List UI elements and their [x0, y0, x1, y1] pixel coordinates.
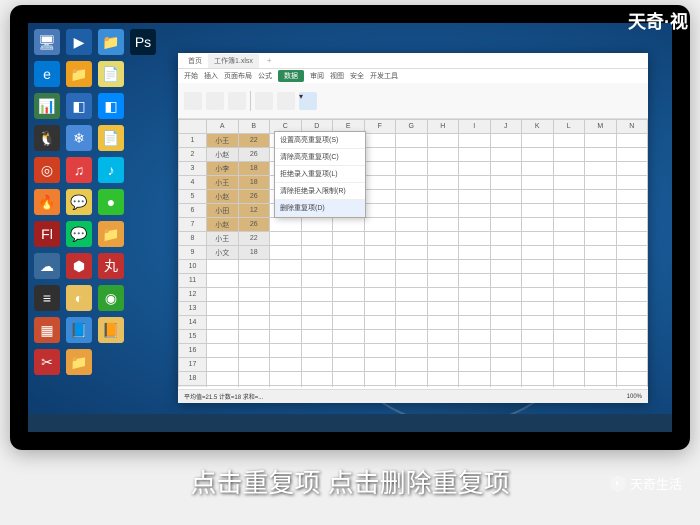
desktop-icon[interactable]: ♫: [66, 157, 92, 183]
toolbar-btn[interactable]: [228, 92, 246, 110]
ribbon-tab[interactable]: 公式: [258, 71, 272, 81]
desktop-icon[interactable]: [130, 221, 156, 247]
spreadsheet-grid[interactable]: 设置高亮重复项(S)清除高亮重复项(C)拒绝录入重复项(L)清除拒绝录入限制(R…: [178, 119, 648, 387]
status-stats: 平均值=21.5 计数=18 求和=...: [184, 392, 263, 401]
desktop-icon[interactable]: 📊: [34, 93, 60, 119]
desktop-icon[interactable]: ◐: [66, 285, 92, 311]
status-bar: 平均值=21.5 计数=18 求和=... 100%: [178, 389, 648, 403]
desktop-icon[interactable]: 📘: [66, 317, 92, 343]
desktop-screen: 🖥▶📁Pse📁📄📊◧◧🐧❄📄◎♫♪🔥💬●Fl💬📁☁⬢丸≡◐◉▦📘📙✂📁 首页 工…: [28, 23, 672, 432]
desktop-icon[interactable]: ◧: [66, 93, 92, 119]
desktop-icon[interactable]: ▦: [34, 317, 60, 343]
toolbar-btn[interactable]: [255, 92, 273, 110]
desktop-icon[interactable]: ❄: [66, 125, 92, 151]
desktop-icon[interactable]: [130, 93, 156, 119]
desktop-icon[interactable]: ☁: [34, 253, 60, 279]
ribbon-tab[interactable]: 数据: [278, 70, 304, 82]
desktop-icon[interactable]: [130, 285, 156, 311]
sheet-table[interactable]: ABCDEFGHIJKLMN1小王222小赵263小李184小王185小赵266…: [178, 119, 648, 387]
add-tab-button[interactable]: +: [267, 56, 272, 65]
desktop-icon[interactable]: ♪: [98, 157, 124, 183]
desktop-icon[interactable]: [130, 317, 156, 343]
duplicates-dropdown: 设置高亮重复项(S)清除高亮重复项(C)拒绝录入重复项(L)清除拒绝录入限制(R…: [274, 131, 366, 218]
ribbon-tab[interactable]: 插入: [204, 71, 218, 81]
tab-workbook[interactable]: 工作簿1.xlsx: [208, 54, 259, 68]
desktop-icon[interactable]: [130, 189, 156, 215]
desktop-icon[interactable]: ●: [98, 189, 124, 215]
ribbon-tab[interactable]: 审阅: [310, 71, 324, 81]
desktop-icon[interactable]: [130, 61, 156, 87]
desktop-icon[interactable]: [130, 125, 156, 151]
window-titlebar[interactable]: 首页 工作簿1.xlsx +: [178, 53, 648, 69]
spreadsheet-window[interactable]: 首页 工作簿1.xlsx + 开始插入页面布局公式数据审阅视图安全开发工具 ▾ …: [178, 53, 648, 403]
desktop-icon[interactable]: 丸: [98, 253, 124, 279]
desktop-icon[interactable]: ▶: [66, 29, 92, 55]
desktop-icon[interactable]: [130, 349, 156, 375]
toolbar-btn[interactable]: [184, 92, 202, 110]
desktop-icon[interactable]: [98, 349, 124, 375]
tab-home[interactable]: 首页: [182, 54, 208, 68]
desktop-icon[interactable]: ✂: [34, 349, 60, 375]
video-subtitle: 点击重复项 点击删除重复项: [0, 463, 700, 500]
ribbon-toolbar: ▾: [178, 83, 648, 119]
desktop-icon[interactable]: 📁: [98, 29, 124, 55]
duplicates-button[interactable]: ▾: [299, 92, 317, 110]
desktop-icon[interactable]: ≡: [34, 285, 60, 311]
zoom-level[interactable]: 100%: [627, 394, 642, 400]
ribbon-tab[interactable]: 视图: [330, 71, 344, 81]
desktop-icon[interactable]: ◉: [98, 285, 124, 311]
desktop-icon[interactable]: 💬: [66, 189, 92, 215]
desktop-icon[interactable]: [130, 253, 156, 279]
desktop-icon-grid: 🖥▶📁Pse📁📄📊◧◧🐧❄📄◎♫♪🔥💬●Fl💬📁☁⬢丸≡◐◉▦📘📙✂📁: [34, 29, 158, 375]
desktop-icon[interactable]: ◎: [34, 157, 60, 183]
desktop-icon[interactable]: 🔥: [34, 189, 60, 215]
taskbar[interactable]: [28, 414, 672, 432]
desktop-icon[interactable]: Ps: [130, 29, 156, 55]
desktop-icon[interactable]: 📄: [98, 61, 124, 87]
ribbon-tab[interactable]: 开发工具: [370, 71, 398, 81]
ribbon-tab[interactable]: 安全: [350, 71, 364, 81]
toolbar-btn[interactable]: [206, 92, 224, 110]
desktop-icon[interactable]: 📙: [98, 317, 124, 343]
ribbon-tab[interactable]: 开始: [184, 71, 198, 81]
desktop-icon[interactable]: e: [34, 61, 60, 87]
desktop-icon[interactable]: 📁: [98, 221, 124, 247]
desktop-icon[interactable]: ◧: [98, 93, 124, 119]
desktop-icon[interactable]: [130, 157, 156, 183]
toolbar-btn[interactable]: [277, 92, 295, 110]
logo-icon: ◐: [610, 476, 626, 492]
desktop-icon[interactable]: 📁: [66, 61, 92, 87]
desktop-icon[interactable]: ⬢: [66, 253, 92, 279]
monitor-frame: 🖥▶📁Pse📁📄📊◧◧🐧❄📄◎♫♪🔥💬●Fl💬📁☁⬢丸≡◐◉▦📘📙✂📁 首页 工…: [10, 5, 690, 450]
dropdown-item[interactable]: 清除高亮重复项(C): [275, 149, 365, 166]
desktop-icon[interactable]: 🖥: [34, 29, 60, 55]
desktop-icon[interactable]: 📄: [98, 125, 124, 151]
dropdown-item[interactable]: 删除重复项(D): [275, 200, 365, 217]
desktop-icon[interactable]: 💬: [66, 221, 92, 247]
ribbon-tabs: 开始插入页面布局公式数据审阅视图安全开发工具: [178, 69, 648, 83]
watermark-bottom: ◐ 天奇生活: [610, 474, 682, 493]
watermark-top: 天奇·视: [628, 8, 688, 34]
desktop-icon[interactable]: 🐧: [34, 125, 60, 151]
dropdown-item[interactable]: 拒绝录入重复项(L): [275, 166, 365, 183]
dropdown-item[interactable]: 清除拒绝录入限制(R): [275, 183, 365, 200]
desktop-icon[interactable]: Fl: [34, 221, 60, 247]
desktop-icon[interactable]: 📁: [66, 349, 92, 375]
dropdown-item[interactable]: 设置高亮重复项(S): [275, 132, 365, 149]
ribbon-tab[interactable]: 页面布局: [224, 71, 252, 81]
